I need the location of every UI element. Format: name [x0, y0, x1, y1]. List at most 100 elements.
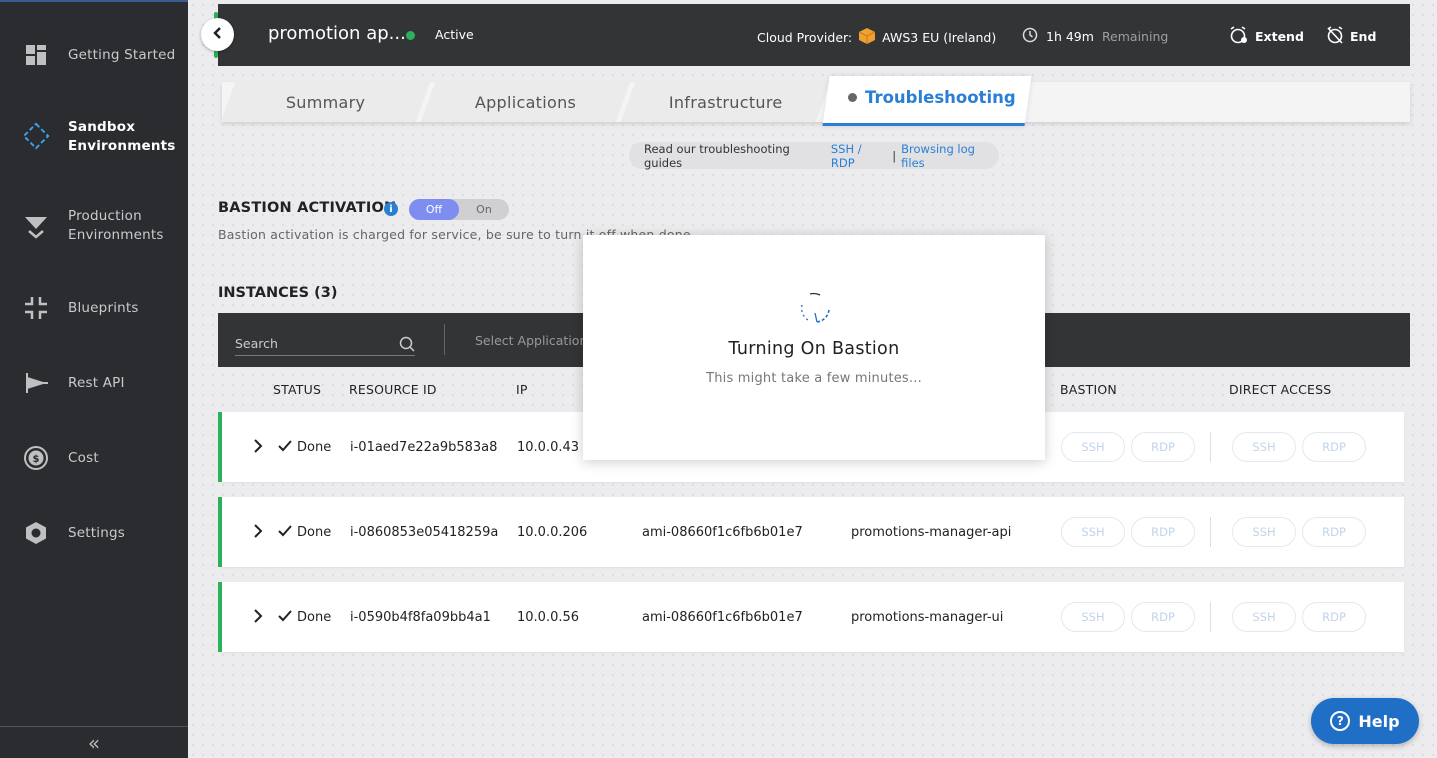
row-status-accent: [218, 497, 222, 567]
bastion-ssh-button[interactable]: SSH: [1061, 517, 1125, 547]
ami-cell: ami-08660f1c6fb6b01e7: [642, 525, 803, 540]
row-divider: [1210, 432, 1211, 462]
column-resource-id: RESOURCE ID: [349, 382, 437, 397]
question-icon: ?: [1330, 711, 1351, 731]
back-button[interactable]: [201, 18, 234, 51]
application-cell: promotions-manager-ui: [851, 610, 1004, 625]
direct-ssh-button[interactable]: SSH: [1232, 432, 1296, 462]
status-cell: Done: [297, 610, 332, 625]
aws-box-icon: [858, 27, 876, 48]
sidebar: Getting Started Sandbox Environments Pro…: [0, 0, 188, 758]
select-application-dropdown[interactable]: Select Application: [475, 333, 587, 348]
chevron-right-icon[interactable]: [252, 438, 264, 458]
bastion-toggle[interactable]: Off On: [409, 199, 509, 220]
chevron-right-icon[interactable]: [252, 523, 264, 543]
extend-button[interactable]: Extend: [1229, 26, 1304, 47]
log-files-guide-link[interactable]: Browsing log files: [901, 142, 999, 170]
sidebar-item-label: Settings: [68, 524, 125, 541]
sidebar-item-label: Getting Started: [68, 46, 176, 63]
toggle-on-option[interactable]: On: [459, 199, 509, 220]
row-status-accent: [218, 582, 222, 652]
status-label: Active: [435, 27, 474, 42]
ami-cell: ami-08660f1c6fb6b01e7: [642, 610, 803, 625]
resource-id-cell: i-01aed7e22a9b583a8: [350, 440, 498, 455]
sidebar-item-label: Cost: [68, 449, 99, 466]
tab-label: Summary: [285, 92, 366, 112]
check-icon: [278, 438, 292, 457]
instances-title: INSTANCES (3): [218, 285, 338, 301]
resource-id-cell: i-0860853e05418259a: [350, 525, 499, 540]
sidebar-item-getting-started[interactable]: Getting Started: [0, 40, 188, 70]
blueprints-icon: [22, 294, 50, 322]
application-cell: promotions-manager-api: [851, 525, 1012, 540]
sidebar-item-rest-api[interactable]: Rest API: [0, 368, 188, 398]
direct-rdp-button[interactable]: RDP: [1302, 602, 1366, 632]
settings-icon: [22, 519, 50, 547]
sidebar-item-cost[interactable]: $ Cost: [0, 443, 188, 473]
modal-title: Turning On Bastion: [728, 339, 900, 359]
row-status-accent: [218, 412, 222, 482]
tab-summary[interactable]: Summary: [220, 82, 431, 122]
tab-label: Applications: [474, 92, 577, 112]
guides-text: Read our troubleshooting guides: [644, 141, 790, 170]
sidebar-item-settings[interactable]: Settings: [0, 518, 188, 548]
chevron-right-icon[interactable]: [252, 608, 264, 628]
direct-rdp-button[interactable]: RDP: [1302, 432, 1366, 462]
cloud-provider-label: Cloud Provider:: [757, 30, 853, 45]
bastion-loading-modal: Turning On Bastion This might take a few…: [583, 235, 1045, 460]
modal-subtitle: This might take a few minutes...: [706, 371, 922, 386]
help-button[interactable]: ? Help: [1311, 698, 1419, 744]
column-status: STATUS: [273, 382, 322, 397]
direct-ssh-button[interactable]: SSH: [1232, 602, 1296, 632]
help-label: Help: [1358, 711, 1400, 731]
svg-text:$: $: [33, 454, 40, 465]
info-icon[interactable]: i: [384, 202, 398, 216]
direct-ssh-button[interactable]: SSH: [1232, 517, 1296, 547]
alarm-extend-icon: [1229, 26, 1249, 47]
cost-icon: $: [22, 444, 50, 472]
tab-infrastructure[interactable]: Infrastructure: [620, 82, 831, 122]
check-icon: [278, 523, 292, 542]
sidebar-item-label: Blueprints: [68, 299, 139, 316]
time-suffix: Remaining: [1101, 29, 1169, 44]
column-bastion: BASTION: [1060, 382, 1117, 397]
collapse-sidebar-button[interactable]: «: [0, 726, 188, 758]
sidebar-item-sandbox[interactable]: Sandbox Environments: [0, 117, 188, 157]
direct-rdp-button[interactable]: RDP: [1302, 517, 1366, 547]
sidebar-item-blueprints[interactable]: Blueprints: [0, 293, 188, 323]
bastion-rdp-button[interactable]: RDP: [1131, 602, 1195, 632]
clock-icon: [1022, 27, 1038, 46]
cloud-provider: Cloud Provider: AWS3 EU (Ireland): [757, 27, 996, 48]
bastion-ssh-button[interactable]: SSH: [1061, 602, 1125, 632]
ssh-rdp-guide-link[interactable]: SSH / RDP: [831, 142, 887, 170]
search-input[interactable]: Search: [235, 330, 415, 356]
dashboard-icon: [22, 41, 50, 69]
guides-separator: |: [892, 148, 897, 163]
tab-applications[interactable]: Applications: [420, 82, 631, 122]
sidebar-item-label: Production Environments: [68, 208, 164, 243]
sidebar-item-label: Sandbox Environments: [68, 119, 176, 154]
troubleshooting-guides: Read our troubleshooting guides SSH / RD…: [629, 141, 999, 170]
cloud-provider-value: AWS3 EU (Ireland): [882, 30, 997, 45]
bastion-rdp-button[interactable]: RDP: [1131, 517, 1195, 547]
row-divider: [1210, 517, 1211, 547]
ip-cell: 10.0.0.56: [517, 610, 580, 625]
rest-api-icon: [22, 369, 50, 397]
toggle-off-option[interactable]: Off: [409, 199, 459, 220]
sidebar-item-label: Rest API: [68, 374, 125, 391]
check-icon: [278, 608, 292, 627]
search-icon[interactable]: [399, 336, 415, 356]
bastion-rdp-button[interactable]: RDP: [1131, 432, 1195, 462]
column-direct-access: DIRECT ACCESS: [1229, 382, 1332, 397]
sidebar-item-production[interactable]: Production Environments: [0, 206, 188, 246]
column-ip: IP: [516, 382, 528, 397]
status-cell: Done: [297, 440, 332, 455]
bastion-ssh-button[interactable]: SSH: [1061, 432, 1125, 462]
end-button[interactable]: End: [1326, 26, 1376, 47]
double-chevron-left-icon: «: [87, 730, 101, 755]
bastion-activation-title: BASTION ACTIVATION: [218, 200, 397, 216]
end-label: End: [1350, 29, 1377, 44]
time-remaining: 1h 49m Remaining: [1022, 27, 1168, 46]
environment-name: promotion ap...: [268, 23, 406, 44]
tab-troubleshooting[interactable]: Troubleshooting: [848, 88, 1016, 107]
